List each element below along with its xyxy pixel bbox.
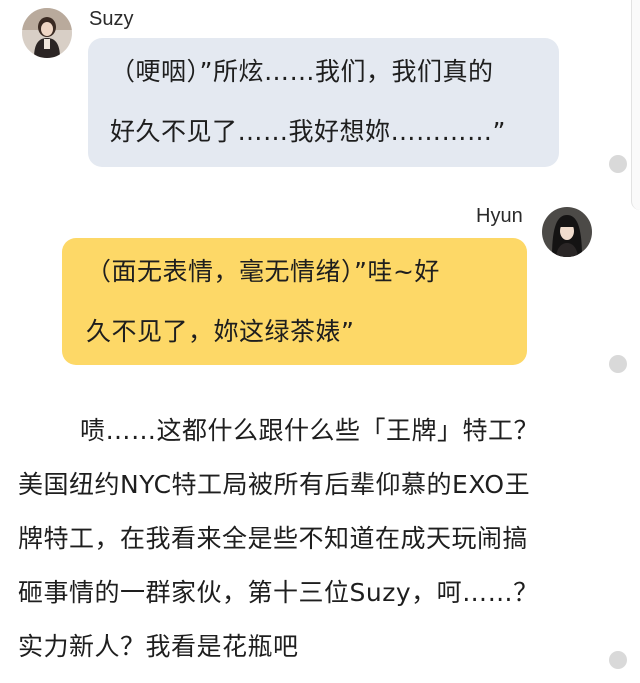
sender-name-hyun: Hyun bbox=[476, 205, 523, 227]
comment-dot-icon[interactable] bbox=[609, 155, 627, 173]
comment-dot-icon[interactable] bbox=[609, 651, 627, 669]
avatar-hyun-icon[interactable] bbox=[542, 207, 592, 257]
scrollbar-edge[interactable] bbox=[631, 0, 640, 210]
narration-text: 啧……这都什么跟什么些「王牌」特工？ 美国纽约NYC特工局被所有后辈仰慕的EXO… bbox=[18, 404, 608, 674]
narration-line: 牌特工，在我看来全是些不知道在成天玩闹搞 bbox=[18, 524, 529, 553]
narration-line: 啧……这都什么跟什么些「王牌」特工？ bbox=[80, 416, 540, 445]
comment-dot-icon[interactable] bbox=[609, 355, 627, 373]
sender-name-suzy: Suzy bbox=[89, 8, 134, 30]
message-bubble-hyun: （面无表情，毫无情绪）”哇~好 久不见了，妳这绿茶婊” bbox=[62, 238, 527, 365]
message-line: 久不见了，妳这绿茶婊” bbox=[86, 317, 355, 346]
message-line: （面无表情，毫无情绪）”哇~好 bbox=[86, 257, 440, 286]
narration-line: 美国纽约NYC特工局被所有后辈仰慕的EXO王 bbox=[18, 470, 531, 499]
message-line: 好久不见了……我好想妳…………” bbox=[110, 117, 506, 146]
message-line: （哽咽）”所炫……我们，我们真的 bbox=[110, 57, 494, 86]
narration-line: 实力新人？我看是花瓶吧 bbox=[18, 632, 299, 661]
avatar-suzy-icon[interactable] bbox=[22, 8, 72, 58]
narration-line: 砸事情的一群家伙，第十三位Suzy，呵……？ bbox=[18, 578, 539, 607]
message-bubble-suzy: （哽咽）”所炫……我们，我们真的 好久不见了……我好想妳…………” bbox=[88, 38, 559, 167]
